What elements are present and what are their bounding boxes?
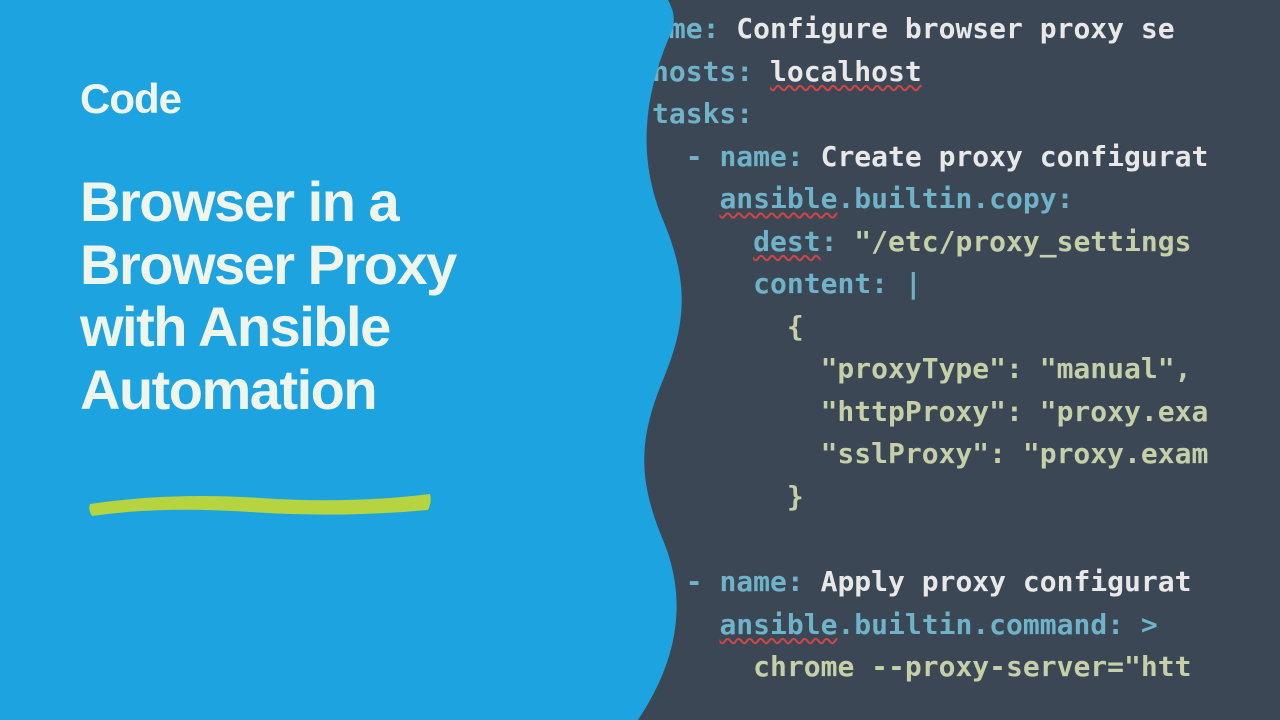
category-label: Code [80, 75, 630, 123]
yaml-key: ansible.builtin.copy: [719, 182, 1073, 215]
yaml-value: localhost [753, 55, 922, 88]
yaml-string: "/etc/proxy_settings [837, 225, 1191, 258]
code-panel: ame: Configure browser proxy se hosts: l… [630, 0, 1280, 720]
yaml-operator: | [888, 267, 922, 300]
yaml-key: ansible.builtin.command: [719, 608, 1124, 641]
yaml-value: Create proxy configurat [804, 140, 1209, 173]
yaml-key: name: [719, 565, 803, 598]
left-panel: Code Browser in a Browser Proxy with Ans… [0, 0, 630, 720]
yaml-key: content: [753, 267, 888, 300]
yaml-value: Configure browser proxy se [719, 12, 1174, 45]
yaml-block-content: "sslProxy": "proxy.exam [652, 437, 1208, 470]
yaml-block-content: "httpProxy": "proxy.exa [652, 395, 1208, 428]
yaml-key: name: [719, 140, 803, 173]
yaml-key: dest: [753, 225, 837, 258]
yaml-operator: > [1124, 608, 1158, 641]
page-title: Browser in a Browser Proxy with Ansible … [80, 171, 560, 422]
yaml-value-text: localhost [770, 55, 922, 88]
code-content: ame: Configure browser proxy se hosts: l… [652, 8, 1208, 689]
yaml-block-content: chrome --proxy-server="htt [753, 650, 1191, 683]
underline-decoration [80, 474, 440, 524]
yaml-value: Apply proxy configurat [804, 565, 1192, 598]
page-container: Code Browser in a Browser Proxy with Ans… [0, 0, 1280, 720]
yaml-block-content: "proxyType": "manual", [652, 352, 1191, 385]
wave-divider [630, 0, 708, 720]
